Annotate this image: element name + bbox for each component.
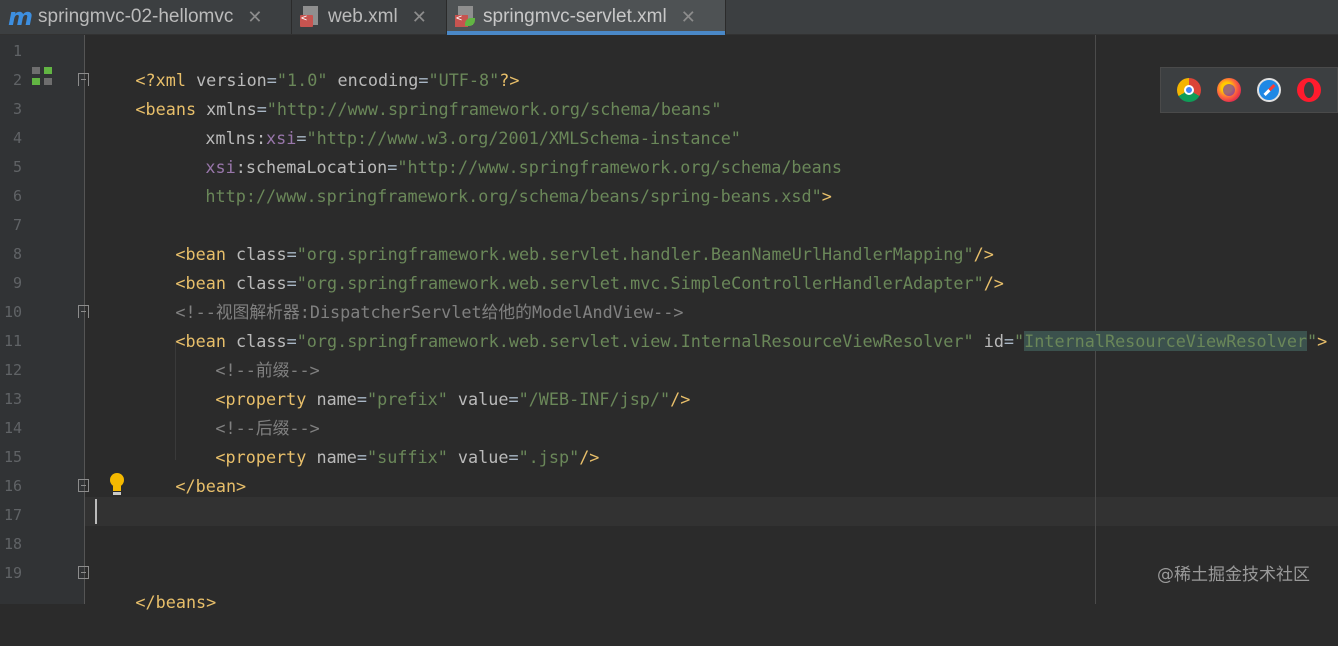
- tab-label: springmvc-02-hellomvc: [38, 6, 234, 27]
- code-line-2: <beans xmlns="http://www.springframework…: [135, 99, 722, 119]
- close-icon[interactable]: ✕: [247, 7, 262, 28]
- line-number: 11: [3, 332, 22, 350]
- open-in-browser-toolbar: [1160, 67, 1338, 113]
- tab-springmvc-servlet-xml[interactable]: < springmvc-servlet.xml ✕: [447, 0, 726, 35]
- close-icon[interactable]: ✕: [681, 7, 696, 28]
- line-number: 16: [3, 477, 22, 495]
- chrome-icon[interactable]: [1177, 78, 1201, 102]
- line-number: 13: [3, 390, 22, 408]
- line-number: 17: [3, 506, 22, 524]
- code-line-15: </bean>: [175, 476, 247, 496]
- line-number: 3: [12, 100, 22, 118]
- tab-web-xml[interactable]: < web.xml ✕: [292, 0, 447, 34]
- line-number: 18: [3, 535, 22, 553]
- code-line-19: </beans>: [135, 592, 217, 612]
- line-number: 2: [12, 71, 22, 89]
- close-icon[interactable]: ✕: [412, 7, 427, 28]
- watermark: @稀土掘金技术社区: [1157, 565, 1310, 585]
- code-line-12: <property name="prefix" value="/WEB-INF/…: [215, 389, 691, 409]
- maven-module-icon: m: [8, 3, 34, 31]
- line-number: 7: [12, 216, 22, 234]
- code-line-5: http://www.springframework.org/schema/be…: [205, 186, 832, 206]
- code-line-13: <!--后缀-->: [215, 418, 320, 438]
- code-line-9: <!--视图解析器:DispatcherServlet给他的ModelAndVi…: [175, 302, 684, 322]
- tab-springmvc-02-hellomvc[interactable]: m springmvc-02-hellomvc ✕: [0, 0, 292, 34]
- intention-bulb-icon[interactable]: [107, 473, 127, 497]
- line-number: 1: [12, 42, 22, 60]
- tab-label: springmvc-servlet.xml: [483, 6, 667, 27]
- code-line-11: <!--前缀-->: [215, 360, 320, 380]
- line-number: 6: [12, 187, 22, 205]
- text-caret: [95, 499, 97, 524]
- opera-icon[interactable]: [1297, 78, 1321, 102]
- line-number: 14: [3, 419, 22, 437]
- firefox-icon[interactable]: [1217, 78, 1241, 102]
- line-number: 15: [3, 448, 22, 466]
- code-line-3: xmlns:xsi="http://www.w3.org/2001/XMLSch…: [205, 128, 741, 148]
- line-number: 5: [12, 158, 22, 176]
- safari-icon[interactable]: [1257, 78, 1281, 102]
- spring-bean-gutter-icon[interactable]: [32, 67, 54, 87]
- line-number-gutter[interactable]: 1 2 3 4 5 6 7 8 9 10 11 12 13 14 15 16 1…: [0, 35, 89, 604]
- code-line-1: <?xml version="1.0" encoding="UTF-8"?>: [135, 70, 520, 90]
- line-number: 9: [12, 274, 22, 292]
- code-line-8: <bean class="org.springframework.web.ser…: [175, 273, 1004, 293]
- line-number: 12: [3, 361, 22, 379]
- line-number: 10: [3, 303, 22, 321]
- tab-label: web.xml: [328, 6, 398, 27]
- code-editor[interactable]: <?xml version="1.0" encoding="UTF-8"?> <…: [85, 35, 1338, 612]
- spring-xml-file-icon: <: [455, 6, 477, 28]
- code-line-7: <bean class="org.springframework.web.ser…: [175, 244, 994, 264]
- highlighted-id-value: InternalResourceViewResolver: [1024, 331, 1308, 351]
- line-number: 8: [12, 245, 22, 263]
- xml-file-icon: <: [300, 6, 322, 28]
- code-line-10: <bean class="org.springframework.web.ser…: [175, 331, 1328, 351]
- code-line-14: <property name="suffix" value=".jsp"/>: [215, 447, 600, 467]
- editor-tab-bar: m springmvc-02-hellomvc ✕ < web.xml ✕ < …: [0, 0, 1338, 35]
- code-line-4: xsi:schemaLocation="http://www.springfra…: [205, 157, 842, 177]
- line-number: 19: [3, 564, 22, 582]
- line-number: 4: [12, 129, 22, 147]
